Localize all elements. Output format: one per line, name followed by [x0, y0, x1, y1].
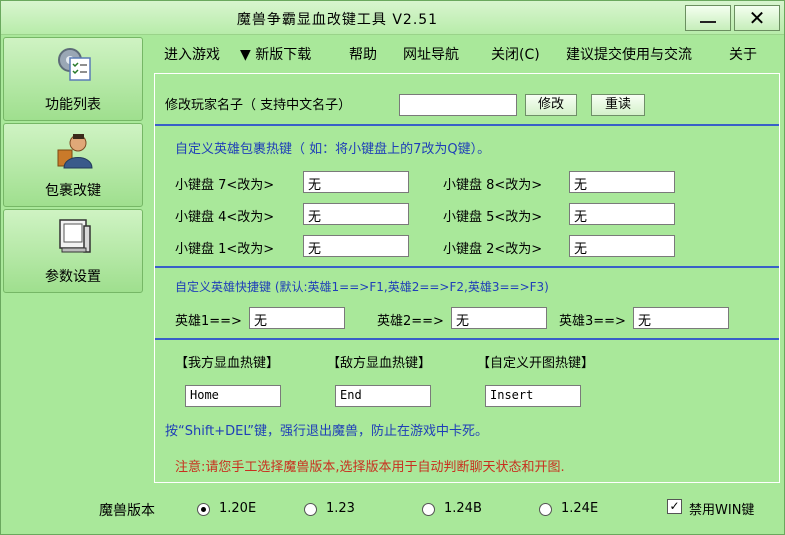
version-option-label: 1.20E [219, 501, 257, 516]
own-hp-hotkey-label: 【我方显血热键】 [175, 356, 280, 371]
bag-label-numpad1: 小键盘 1<改为> [175, 242, 275, 257]
menu-help[interactable]: 帮助 [349, 44, 377, 64]
version-option-label: 1.24E [561, 501, 599, 516]
menu-bar: 进入游戏 ▼ 新版下载 帮助 网址导航 关闭(C) 建议提交使用与交流 关于 [156, 39, 781, 67]
content-panel: 修改玩家名子（ 支持中文名子） 修改 重读 自定义英雄包裹热键（ 如：将小键盘上… [154, 73, 780, 483]
version-radio-120e[interactable] [197, 503, 210, 516]
app-window: 魔兽争霸显血改键工具 V2.51 ✕ 功能列表 包裹改键 参数设置 进入游戏 ▼… [0, 0, 785, 535]
version-radio-123[interactable] [304, 503, 317, 516]
enemy-hp-hotkey-label: 【敌方显血热键】 [327, 356, 432, 371]
bag-input-numpad7[interactable]: 无 [303, 171, 409, 193]
sidebar-item-bag-keys[interactable]: 包裹改键 [3, 123, 143, 207]
user-icon [57, 134, 93, 169]
menu-url-nav[interactable]: 网址导航 [403, 44, 459, 64]
checklist-gear-icon [58, 48, 91, 81]
bag-input-numpad8[interactable]: 无 [569, 171, 675, 193]
bag-input-numpad5[interactable]: 无 [569, 203, 675, 225]
bag-label-numpad4: 小键盘 4<改为> [175, 210, 275, 225]
player-name-input[interactable] [399, 94, 517, 116]
sidebar: 功能列表 包裹改键 参数设置 [3, 37, 143, 297]
disable-win-label: 禁用WIN键 [689, 503, 755, 518]
bag-label-numpad2: 小键盘 2<改为> [443, 242, 543, 257]
version-warning: 注意:请您手工选择魔兽版本,选择版本用于自动判断聊天状态和开图. [175, 460, 565, 475]
close-button[interactable]: ✕ [734, 5, 780, 31]
bag-label-numpad5: 小键盘 5<改为> [443, 210, 543, 225]
hero3-label: 英雄3==> [559, 314, 626, 329]
rename-label: 修改玩家名子（ 支持中文名子） [165, 98, 352, 113]
version-label: 魔兽版本 [99, 503, 155, 519]
window-title: 魔兽争霸显血改键工具 V2.51 [236, 12, 439, 28]
sidebar-item-label: 功能列表 [45, 97, 101, 113]
enemy-hp-hotkey-input[interactable]: End [335, 385, 431, 407]
version-radio-124e[interactable] [539, 503, 552, 516]
modify-button[interactable]: 修改 [525, 94, 577, 116]
version-option-label: 1.23 [326, 501, 355, 516]
hero2-input[interactable]: 无 [451, 307, 547, 329]
map-hotkey-label: 【自定义开图热键】 [477, 356, 595, 371]
menu-about[interactable]: 关于 [729, 44, 757, 64]
version-bar: 魔兽版本 1.20E 1.23 1.24B 1.24E ✓ 禁用WIN键 [1, 489, 785, 529]
exit-shortcut-note: 按“Shift+DEL”键，强行退出魔兽，防止在游戏中卡死。 [165, 424, 488, 439]
version-option-label: 1.24B [444, 501, 482, 516]
reread-button[interactable]: 重读 [591, 94, 645, 116]
bag-label-numpad7: 小键盘 7<改为> [175, 178, 275, 193]
bag-input-numpad4[interactable]: 无 [303, 203, 409, 225]
minimize-button[interactable] [685, 5, 731, 31]
menu-close[interactable]: 关闭(C) [491, 44, 540, 64]
hero-hotkey-section: 自定义英雄快捷键 (默认:英雄1==>F1,英雄2==>F2,英雄3==>F3)… [155, 268, 779, 340]
map-hotkey-input[interactable]: Insert [485, 385, 581, 407]
menu-enter-game[interactable]: 进入游戏 [164, 44, 220, 64]
hero3-input[interactable]: 无 [633, 307, 729, 329]
menu-download-new[interactable]: ▼ 新版下载 [240, 44, 311, 64]
hero1-input[interactable]: 无 [249, 307, 345, 329]
sidebar-item-settings[interactable]: 参数设置 [3, 209, 143, 293]
bag-input-numpad1[interactable]: 无 [303, 235, 409, 257]
hero1-label: 英雄1==> [175, 314, 242, 329]
bag-hotkey-section: 自定义英雄包裹热键（ 如：将小键盘上的7改为Q键）。 小键盘 7<改为> 无 小… [155, 126, 779, 268]
sidebar-item-label: 参数设置 [45, 269, 101, 285]
hero2-label: 英雄2==> [377, 314, 444, 329]
hero-heading: 自定义英雄快捷键 (默认:英雄1==>F1,英雄2==>F2,英雄3==>F3) [175, 280, 549, 294]
menu-feedback[interactable]: 建议提交使用与交流 [566, 44, 692, 64]
disable-win-checkbox[interactable]: ✓ [667, 499, 682, 514]
bag-input-numpad2[interactable]: 无 [569, 235, 675, 257]
version-radio-124b[interactable] [422, 503, 435, 516]
close-icon: ✕ [748, 6, 766, 30]
computer-icon [59, 219, 91, 253]
sidebar-item-function-list[interactable]: 功能列表 [3, 37, 143, 121]
display-hotkey-section: 【我方显血热键】 【敌方显血热键】 【自定义开图热键】 Home End Ins… [155, 340, 779, 484]
bag-heading: 自定义英雄包裹热键（ 如：将小键盘上的7改为Q键）。 [175, 142, 491, 157]
own-hp-hotkey-input[interactable]: Home [185, 385, 281, 407]
title-bar: 魔兽争霸显血改键工具 V2.51 ✕ [1, 1, 784, 35]
bag-label-numpad8: 小键盘 8<改为> [443, 178, 543, 193]
rename-section: 修改玩家名子（ 支持中文名子） 修改 重读 [155, 74, 779, 126]
sidebar-item-label: 包裹改键 [45, 183, 101, 199]
minimize-icon [700, 21, 716, 23]
